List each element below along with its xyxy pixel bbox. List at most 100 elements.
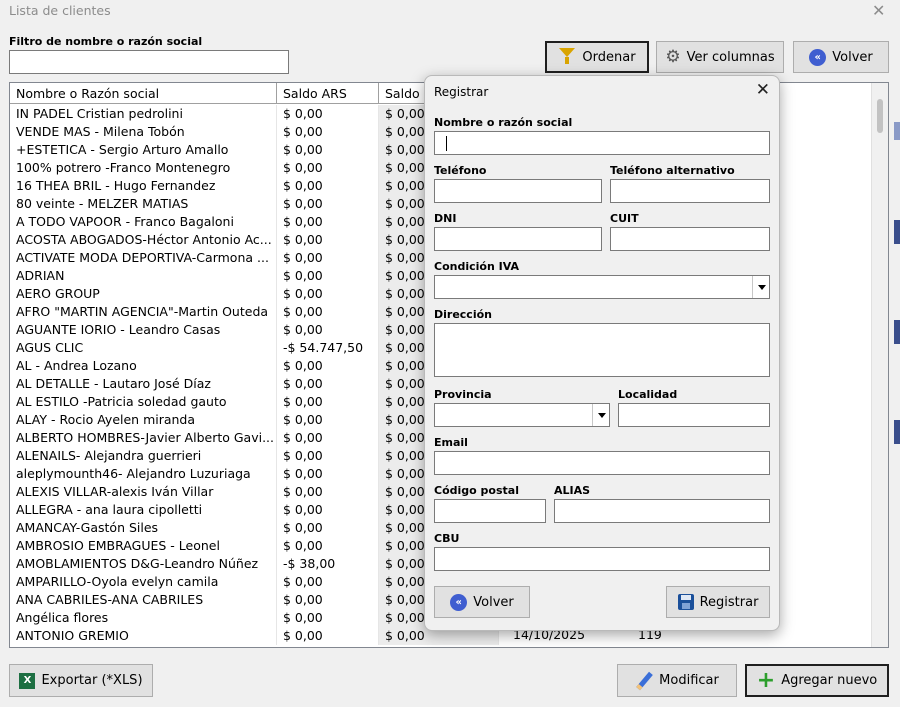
cell-name: AMOBLAMIENTOS D&G-Leandro Núñez — [10, 555, 277, 573]
dni-input[interactable] — [434, 227, 602, 251]
cell-balance-ars: $ 0,00 — [277, 195, 379, 213]
cell-balance-ars: $ 0,00 — [277, 159, 379, 177]
cuit-label: CUIT — [610, 212, 639, 225]
cell-name: AGUANTE IORIO - Leandro Casas — [10, 321, 277, 339]
register-dialog: Registrar ✕ Nombre o razón social Teléfo… — [424, 75, 780, 631]
cell-balance-ars: $ 0,00 — [277, 303, 379, 321]
cell-name: ALEXIS VILLAR-alexis Iván Villar — [10, 483, 277, 501]
add-new-button[interactable]: + Agregar nuevo — [745, 664, 889, 697]
columns-button-label: Ver columnas — [686, 49, 775, 65]
cell-balance-ars: $ 0,00 — [277, 357, 379, 375]
cell-balance-ars: $ 0,00 — [277, 393, 379, 411]
cell-balance-ars: $ 0,00 — [277, 537, 379, 555]
pencil-icon — [635, 671, 653, 690]
cell-name: ALAY - Rocio Ayelen miranda — [10, 411, 277, 429]
province-dropdown-arrow-icon[interactable] — [592, 404, 609, 426]
email-input[interactable] — [434, 451, 770, 475]
cell-balance-ars: $ 0,00 — [277, 213, 379, 231]
window-close-icon[interactable]: ✕ — [872, 1, 885, 20]
columns-button[interactable]: ⚙ Ver columnas — [656, 41, 784, 73]
cell-balance-ars: -$ 54.747,50 — [277, 339, 379, 357]
sort-button-label: Ordenar — [582, 49, 636, 65]
cell-name: AL - Andrea Lozano — [10, 357, 277, 375]
text-caret — [446, 136, 447, 151]
cbu-label: CBU — [434, 532, 460, 545]
cell-name: A TODO VAPOOR - Franco Bagaloni — [10, 213, 277, 231]
cell-name: 16 THEA BRIL - Hugo Fernandez — [10, 177, 277, 195]
cbu-input[interactable] — [434, 547, 770, 571]
cell-balance-ars: $ 0,00 — [277, 411, 379, 429]
cell-name: 80 veinte - MELZER MATIAS — [10, 195, 277, 213]
cell-balance-ars: $ 0,00 — [277, 447, 379, 465]
cell-name: Angélica flores — [10, 609, 277, 627]
back-button[interactable]: « Volver — [793, 41, 889, 73]
plus-icon: + — [756, 667, 776, 693]
cell-balance-ars: $ 0,00 — [277, 231, 379, 249]
dialog-register-button[interactable]: Registrar — [666, 586, 770, 618]
gear-icon: ⚙ — [665, 46, 681, 67]
iva-dropdown-arrow-icon[interactable] — [752, 276, 769, 298]
cell-name: ACTIVATE MODA DEPORTIVA-Carmona ... — [10, 249, 277, 267]
cell-balance-ars: $ 0,00 — [277, 483, 379, 501]
cell-name: ANTONIO GREMIO — [10, 627, 277, 645]
vertical-scrollbar[interactable] — [871, 83, 888, 647]
cell-balance-ars: $ 0,00 — [277, 501, 379, 519]
window-title: Lista de clientes — [9, 3, 111, 18]
iva-label: Condición IVA — [434, 260, 519, 273]
back-button-label: Volver — [832, 49, 873, 65]
dni-label: DNI — [434, 212, 457, 225]
cell-balance-ars: $ 0,00 — [277, 285, 379, 303]
back-arrow-icon: « — [809, 48, 827, 66]
cell-name: AGUS CLIC — [10, 339, 277, 357]
excel-icon: X — [19, 672, 36, 689]
address-label: Dirección — [434, 308, 492, 321]
cell-balance-ars: $ 0,00 — [277, 519, 379, 537]
cell-balance-ars: -$ 38,00 — [277, 555, 379, 573]
cell-balance-ars: $ 0,00 — [277, 123, 379, 141]
add-new-button-label: Agregar nuevo — [781, 673, 878, 688]
cell-balance-ars: $ 0,00 — [277, 141, 379, 159]
province-label: Provincia — [434, 388, 492, 401]
cell-name: AERO GROUP — [10, 285, 277, 303]
export-button[interactable]: X Exportar (*XLS) — [9, 664, 153, 697]
scrollbar-thumb[interactable] — [877, 99, 883, 133]
name-input[interactable] — [434, 131, 770, 155]
alt-phone-input[interactable] — [610, 179, 770, 203]
cell-name: ANA CABRILES-ANA CABRILES — [10, 591, 277, 609]
cell-balance-ars: $ 0,00 — [277, 267, 379, 285]
province-select[interactable] — [434, 403, 610, 427]
cell-name: ADRIAN — [10, 267, 277, 285]
cell-balance-ars: $ 0,00 — [277, 627, 379, 645]
name-label: Nombre o razón social — [434, 116, 573, 129]
modify-button[interactable]: Modificar — [617, 664, 737, 697]
postal-code-input[interactable] — [434, 499, 546, 523]
cell-balance-ars: $ 0,00 — [277, 609, 379, 627]
cell-balance-ars: $ 0,00 — [277, 321, 379, 339]
filter-input[interactable] — [9, 50, 289, 74]
address-textarea[interactable] — [434, 323, 770, 377]
locality-label: Localidad — [618, 388, 678, 401]
iva-select[interactable] — [434, 275, 770, 299]
column-header-balance-ars[interactable]: Saldo ARS — [277, 83, 379, 104]
cuit-input[interactable] — [610, 227, 770, 251]
dialog-back-button[interactable]: « Volver — [434, 586, 530, 618]
alias-input[interactable] — [554, 499, 770, 523]
export-button-label: Exportar (*XLS) — [41, 673, 143, 688]
cell-balance-ars: $ 0,00 — [277, 465, 379, 483]
dialog-close-icon[interactable]: ✕ — [756, 80, 770, 100]
cell-balance-ars: $ 0,00 — [277, 375, 379, 393]
sort-button[interactable]: Ordenar — [545, 41, 649, 73]
cell-balance-ars: $ 0,00 — [277, 573, 379, 591]
cell-name: ACOSTA ABOGADOS-Héctor Antonio Ac... — [10, 231, 277, 249]
alias-label: ALIAS — [554, 484, 591, 497]
floppy-disk-icon — [677, 594, 694, 610]
cell-name: AFRO "MARTIN AGENCIA"-Martin Outeda — [10, 303, 277, 321]
locality-input[interactable] — [618, 403, 770, 427]
phone-input[interactable] — [434, 179, 602, 203]
modify-button-label: Modificar — [659, 673, 719, 688]
postal-code-label: Código postal — [434, 484, 519, 497]
cell-name: AMBROSIO EMBRAGUES - Leonel — [10, 537, 277, 555]
dialog-register-button-label: Registrar — [699, 594, 759, 610]
dialog-title: Registrar — [434, 85, 489, 99]
column-header-name[interactable]: Nombre o Razón social — [10, 83, 277, 104]
